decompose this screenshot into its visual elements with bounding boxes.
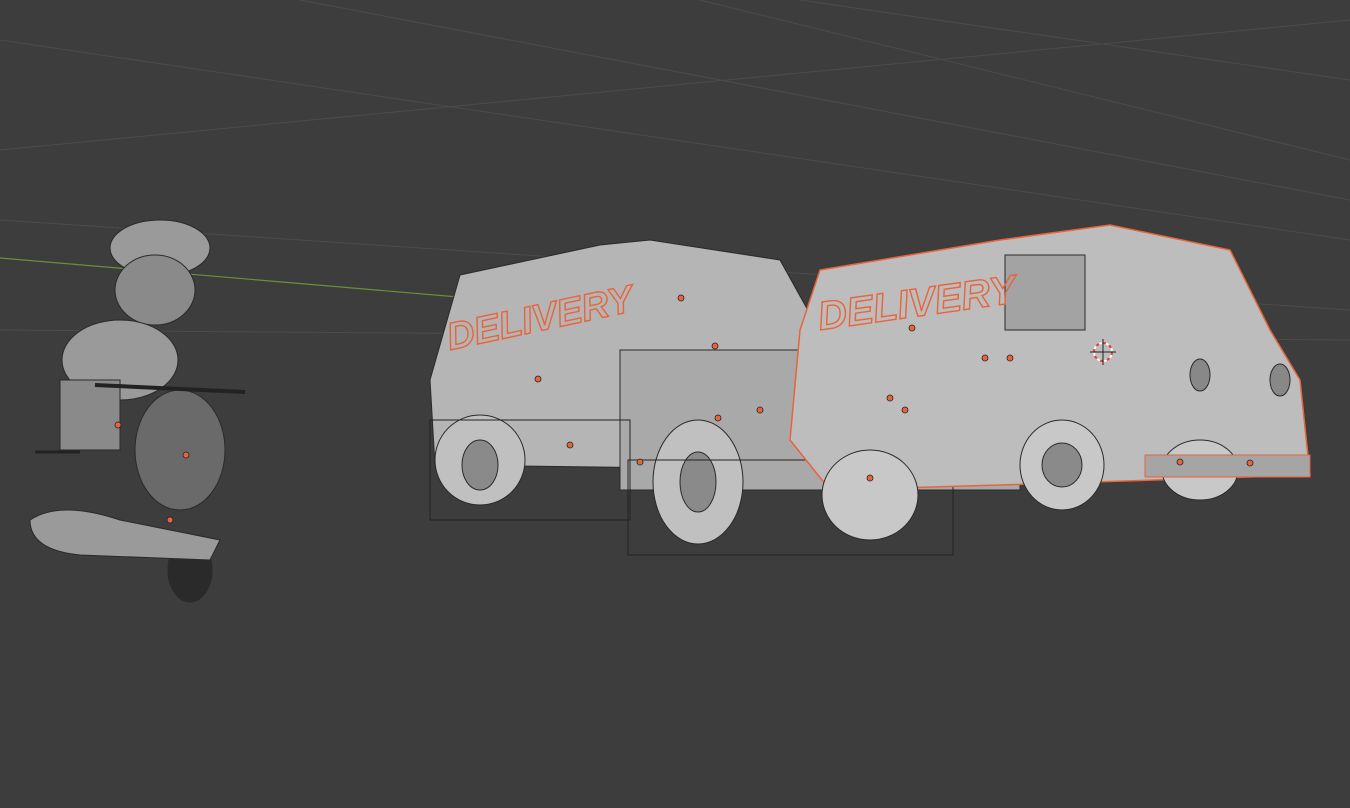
delivery-van-front-mesh[interactable]: DELIVERY — [789, 224, 1311, 541]
3d-viewport[interactable]: DELIVERY DELIVERY — [0, 0, 1350, 808]
scooter-rider-mesh[interactable] — [29, 219, 246, 603]
scene-canvas[interactable]: DELIVERY DELIVERY — [0, 0, 1350, 808]
x-axis-line — [0, 257, 471, 299]
